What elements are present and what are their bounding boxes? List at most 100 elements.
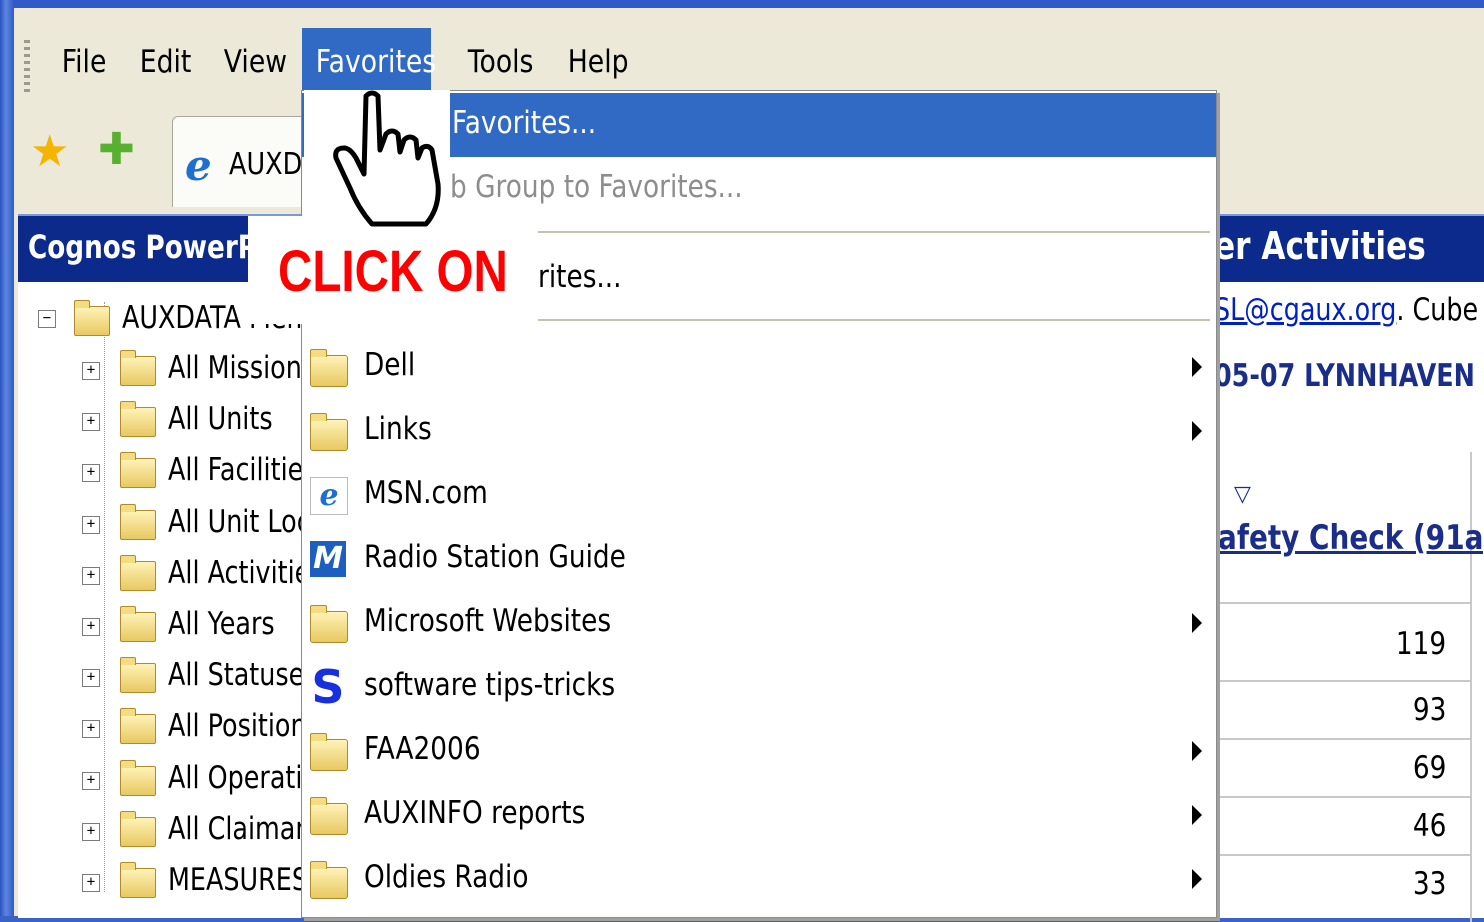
tree-item[interactable]: + All Missions (18, 346, 318, 396)
expand-icon[interactable]: + (82, 669, 100, 687)
menu-item-label: rites... (538, 259, 622, 295)
email-link[interactable]: SL@cgaux.org (1214, 292, 1396, 328)
menu-file[interactable]: File (48, 28, 120, 96)
cell-value: 93 (1412, 692, 1446, 728)
tree-item[interactable]: + All Units (18, 397, 318, 447)
sort-triangle-icon[interactable]: ▽ (1234, 482, 1251, 507)
folder-icon (120, 510, 156, 540)
submenu-arrow-icon (1192, 421, 1202, 441)
grid-cell: 93 (1214, 684, 1470, 738)
cell-value: 119 (1396, 626, 1446, 662)
menu-item-label: Favorites... (452, 105, 596, 141)
favorite-item-auxinfo[interactable]: AUXINFO reports (302, 783, 1216, 847)
expand-icon[interactable]: + (82, 567, 100, 585)
menu-item-label: Oldies Radio (364, 859, 528, 895)
menu-item-label: software tips-tricks (364, 667, 615, 703)
favorite-item-microsoft[interactable]: Microsoft Websites (302, 591, 1216, 655)
contact-suffix: . Cube la (1396, 292, 1484, 328)
menu-item-label: AUXINFO reports (364, 795, 585, 831)
s-logo-icon: S (310, 669, 346, 705)
folder-icon (120, 612, 156, 642)
folder-icon (120, 868, 156, 898)
favorite-item-msn[interactable]: e MSN.com (302, 463, 1216, 527)
menu-item-label: FAA2006 (364, 731, 481, 767)
grid-cell: 119 (1214, 616, 1470, 676)
grid-line (1214, 602, 1470, 604)
hand-pointer-icon (328, 88, 448, 228)
submenu-arrow-icon (1192, 869, 1202, 889)
favorite-item-links[interactable]: Links (302, 399, 1216, 463)
tree-item-label: All Facilities (168, 452, 317, 488)
folder-icon (120, 407, 156, 437)
menu-help[interactable]: Help (554, 28, 642, 96)
submenu-arrow-icon (1192, 357, 1202, 377)
expand-icon[interactable]: + (82, 720, 100, 738)
column-header-link[interactable]: afety Check (91a) (1218, 518, 1484, 558)
favorite-item-oldies[interactable]: Oldies Radio (302, 847, 1216, 911)
tree-item-label: All Missions (168, 350, 315, 386)
cell-value: 33 (1412, 866, 1446, 902)
tree-item[interactable]: + All Activities (18, 551, 318, 601)
tree-item-label: All Operatio (168, 760, 318, 796)
favorites-center-star-icon[interactable]: ★ (30, 130, 69, 174)
folder-icon (120, 817, 156, 847)
submenu-arrow-icon (1192, 613, 1202, 633)
menu-item-label: Dell (364, 347, 415, 383)
tree-item-label: All Years (168, 606, 275, 642)
favorite-item-faa2006[interactable]: FAA2006 (302, 719, 1216, 783)
menu-item-label: MSN.com (364, 475, 488, 511)
collapse-icon[interactable]: − (38, 310, 56, 328)
tree-item[interactable]: + All Statuses (18, 653, 318, 703)
grid-cell: 69 (1214, 742, 1470, 796)
tree-item[interactable]: + MEASURES (18, 858, 318, 908)
menu-view[interactable]: View (210, 28, 301, 96)
folder-icon (310, 355, 348, 387)
folder-icon (120, 766, 156, 796)
callout-text: CLICK ON (278, 238, 508, 305)
menu-edit[interactable]: Edit (126, 28, 205, 96)
unit-selector-label: 05-07 LYNNHAVEN (1214, 358, 1475, 394)
ie-page-icon: e (310, 477, 348, 515)
grid-cell: 33 (1214, 858, 1470, 912)
expand-icon[interactable]: + (82, 362, 100, 380)
expand-icon[interactable]: + (82, 823, 100, 841)
menu-bar: File Edit View Favorites Tools Help (14, 18, 1484, 101)
expand-icon[interactable]: + (82, 516, 100, 534)
favorite-item-dell[interactable]: Dell (302, 335, 1216, 399)
menu-item-label: Radio Station Guide (364, 539, 626, 575)
menu-item-label: Links (364, 411, 432, 447)
favorite-item-radio-guide[interactable]: M Radio Station Guide (302, 527, 1216, 591)
folder-icon (120, 458, 156, 488)
menu-tools[interactable]: Tools (454, 28, 547, 96)
submenu-arrow-icon (1192, 805, 1202, 825)
report-title: er Activities (1214, 224, 1426, 268)
folder-open-icon (74, 306, 110, 336)
ie-icon: e (185, 141, 212, 190)
grid-line (1214, 680, 1470, 682)
toolbar-grip-icon[interactable] (24, 40, 30, 96)
tree-item[interactable]: + All Operatio (18, 756, 318, 806)
tree-item-label: All Statuses (168, 657, 317, 693)
expand-icon[interactable]: + (82, 772, 100, 790)
expand-icon[interactable]: + (82, 874, 100, 892)
tree-item-label: All Units (168, 401, 273, 437)
tree-item[interactable]: + All Years (18, 602, 318, 652)
expand-icon[interactable]: + (82, 464, 100, 482)
add-favorites-star-icon[interactable]: ✚ (98, 128, 135, 172)
tree-item[interactable]: + All Claimant (18, 807, 318, 857)
cell-value: 46 (1412, 808, 1446, 844)
expand-icon[interactable]: + (82, 618, 100, 636)
radio-guide-icon: M (310, 541, 346, 577)
expand-icon[interactable]: + (82, 413, 100, 431)
submenu-arrow-icon (1192, 741, 1202, 761)
menu-item-label: Microsoft Websites (364, 603, 611, 639)
tree-item[interactable]: + All Facilities (18, 448, 318, 498)
cell-value: 69 (1412, 750, 1446, 786)
tree-item-label: MEASURES (168, 862, 308, 898)
favorite-item-software-tips[interactable]: S software tips-tricks (302, 655, 1216, 719)
tree-item[interactable]: + All Positions (18, 704, 318, 754)
unit-selector[interactable]: 05-07 LYNNHAVEN ▼ (1214, 358, 1484, 394)
tree-item[interactable]: + All Unit Loca (18, 500, 318, 550)
folder-icon (310, 803, 348, 835)
menu-favorites[interactable]: Favorites (302, 28, 431, 96)
